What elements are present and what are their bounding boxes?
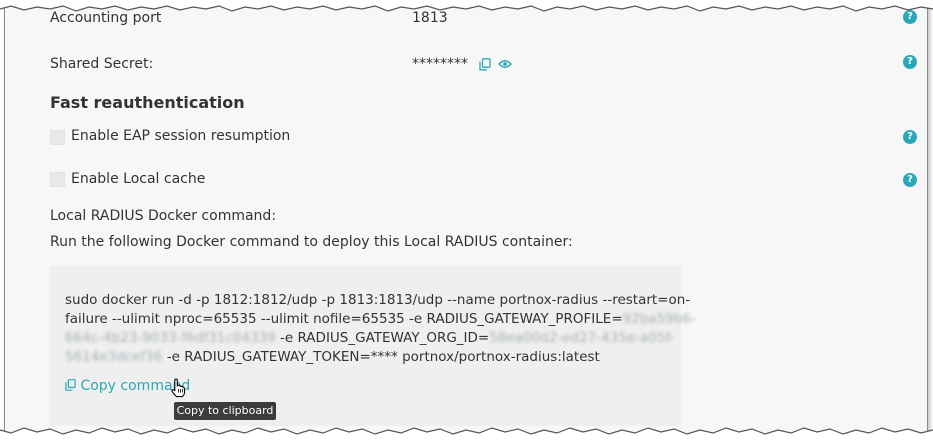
command-line-4: 5614e3dcef36 -e RADIUS_GATEWAY_TOKEN=***…: [65, 349, 600, 365]
redacted-value: 58ea00d2-ed27-435e-a05f-: [489, 330, 675, 346]
command-text: failure --ulimit nproc=65535 --ulimit no…: [65, 311, 623, 327]
copy-icon: [65, 379, 76, 391]
copy-tooltip: Copy to clipboard: [174, 402, 276, 420]
command-text: -e RADIUS_GATEWAY_ORG_ID=: [275, 330, 490, 346]
accounting-port-value: 1813: [412, 10, 448, 26]
help-icon[interactable]: ?: [903, 130, 917, 144]
copy-icon[interactable]: [479, 58, 491, 71]
command-line-2: failure --ulimit nproc=65535 --ulimit no…: [65, 311, 696, 327]
eap-resumption-checkbox[interactable]: [50, 130, 65, 145]
command-line-3: 664c-4b23-9033-f6df31c04339 -e RADIUS_GA…: [65, 330, 674, 346]
local-cache-checkbox[interactable]: [50, 172, 65, 187]
local-cache-label: Enable Local cache: [71, 171, 206, 187]
shared-secret-label: Shared Secret:: [50, 56, 154, 72]
redacted-value: 5614e3dcef36: [65, 349, 163, 365]
docker-command-instruction: Run the following Docker command to depl…: [50, 234, 573, 250]
redacted-value: 92ba59b6-: [622, 311, 696, 327]
help-icon[interactable]: ?: [903, 173, 917, 187]
redacted-value: 664c-4b23-9033-f6df31c04339: [65, 330, 276, 346]
hand-cursor-icon: [171, 378, 186, 398]
shared-secret-value: ********: [412, 56, 468, 72]
command-text: -e RADIUS_GATEWAY_TOKEN=**** portnox/por…: [162, 349, 600, 365]
help-icon[interactable]: ?: [903, 10, 917, 24]
docker-command-title: Local RADIUS Docker command:: [50, 208, 277, 224]
eye-icon[interactable]: [498, 59, 512, 69]
eap-resumption-label: Enable EAP session resumption: [71, 128, 291, 144]
accounting-port-label: Accounting port: [50, 10, 162, 26]
help-icon[interactable]: ?: [903, 55, 917, 69]
command-line-1: sudo docker run -d -p 1812:1812/udp -p 1…: [65, 292, 691, 308]
docker-command-box: sudo docker run -d -p 1812:1812/udp -p 1…: [49, 266, 696, 426]
fast-reauth-title: Fast reauthentication: [50, 93, 245, 112]
